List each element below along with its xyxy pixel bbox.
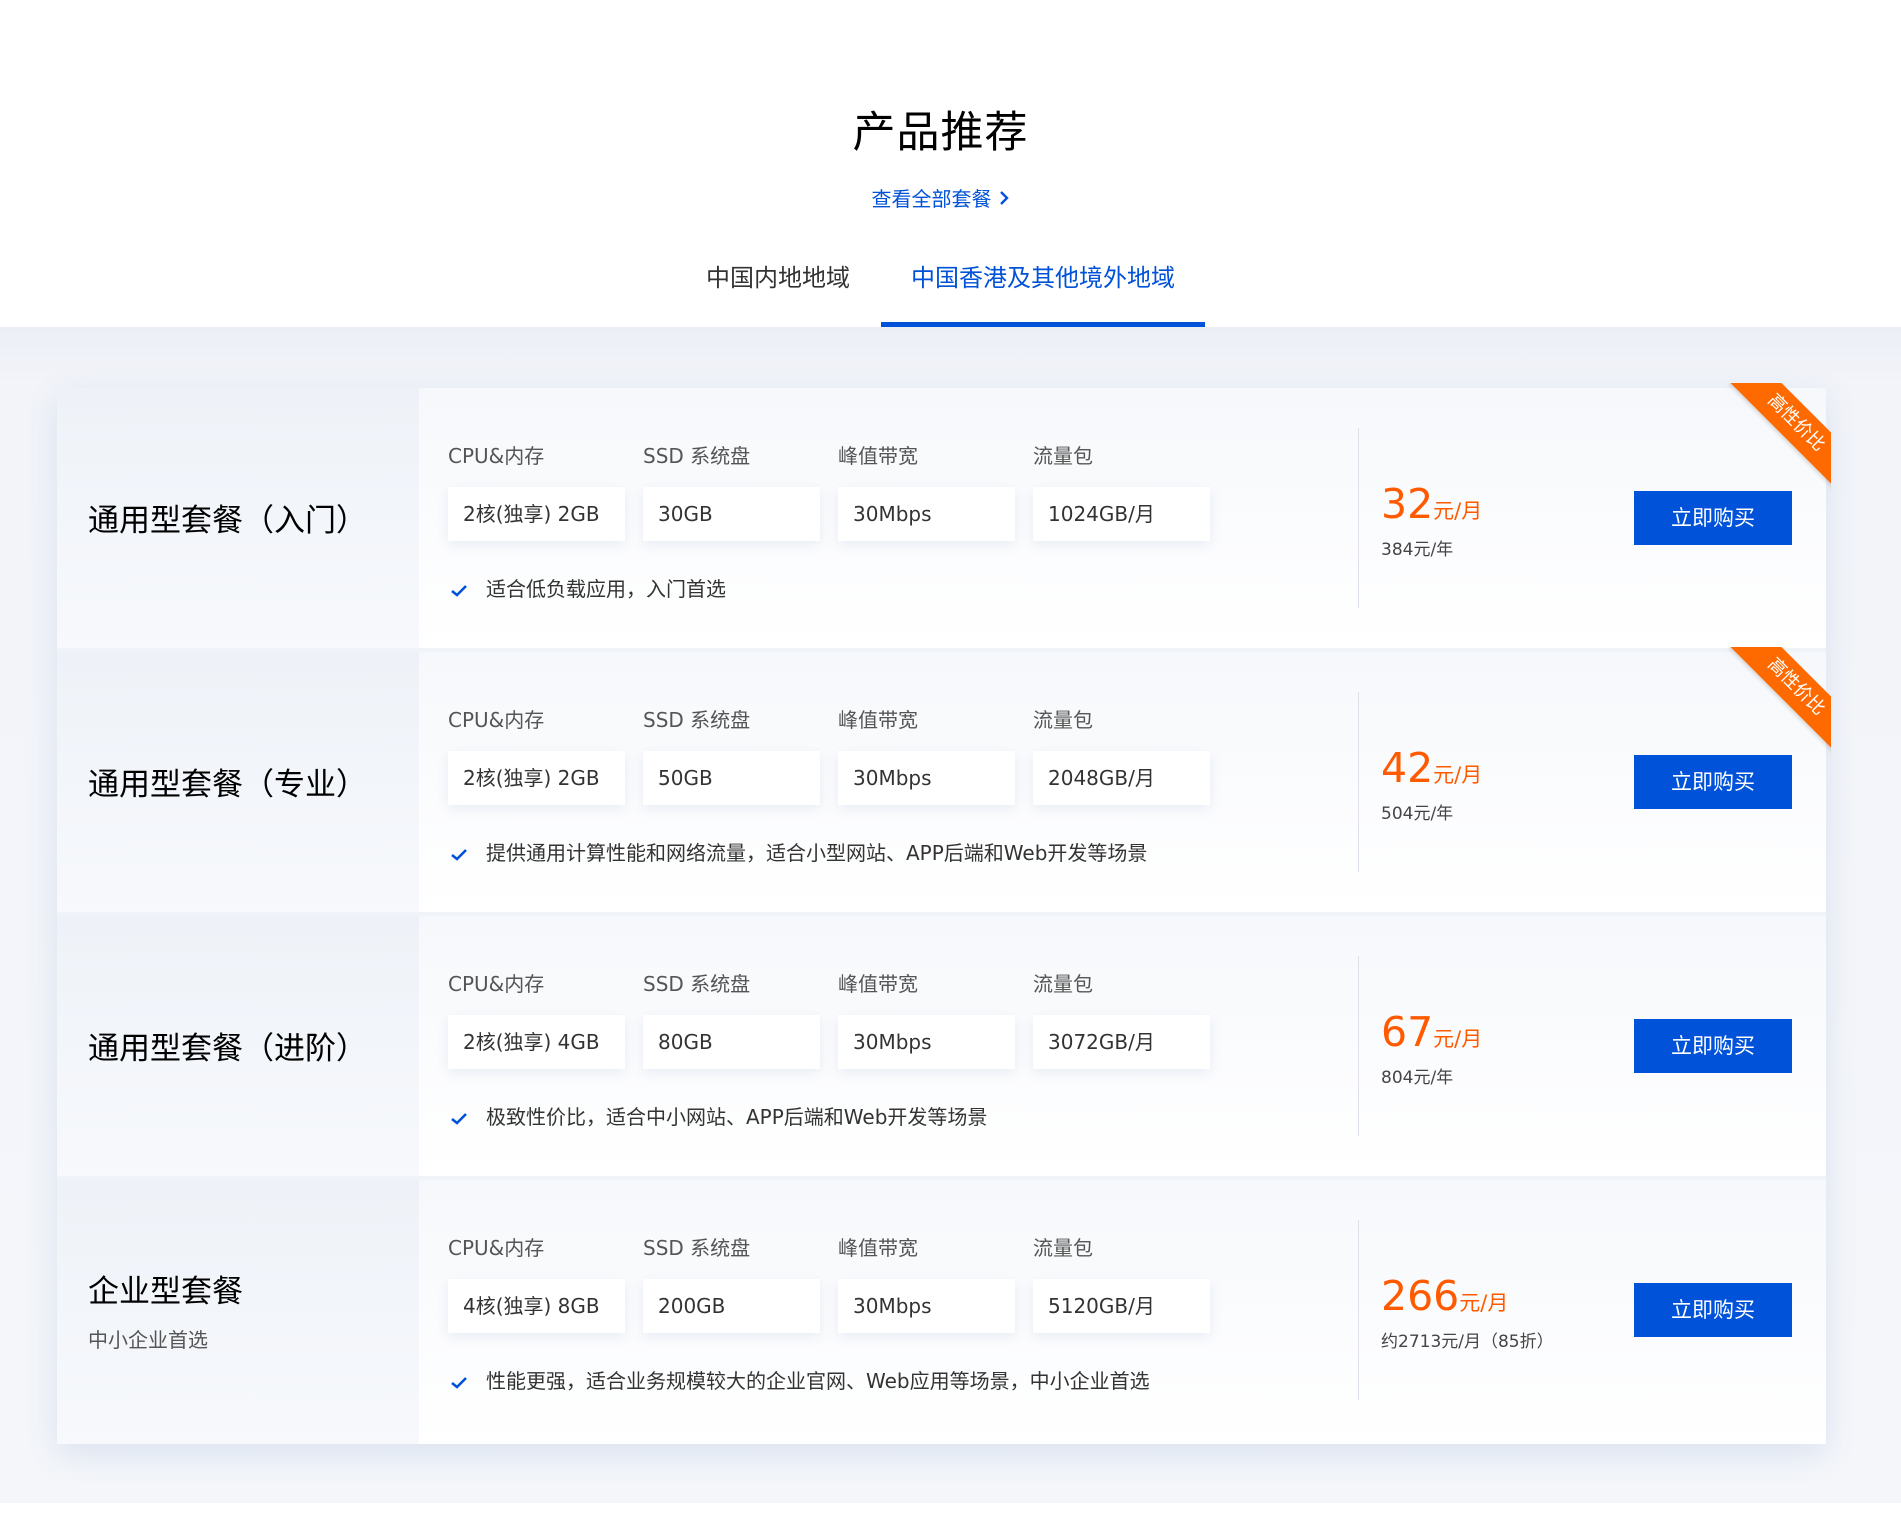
spec-value-bandwidth: 30Mbps — [838, 751, 1015, 805]
plan-name: 通用型套餐（入门） — [88, 503, 367, 539]
spec-value-cpu: 2核(独享) 4GB — [448, 1015, 625, 1069]
check-icon — [450, 1107, 472, 1131]
plan-name-area: 企业型套餐 中小企业首选 — [57, 1180, 419, 1444]
buy-button[interactable]: 立即购买 — [1634, 1283, 1792, 1337]
spec-value-traffic: 1024GB/月 — [1033, 487, 1210, 541]
tab-overseas[interactable]: 中国香港及其他境外地域 — [881, 258, 1205, 327]
section-title: 产品推荐 — [852, 108, 1029, 158]
price-divider — [1358, 428, 1359, 608]
price-amount: 42 — [1381, 744, 1434, 792]
chevron-right-icon — [998, 187, 1010, 211]
spec-label-traffic: 流量包 — [1033, 708, 1093, 732]
plan-feature: 适合低负载应用，入门首选 — [450, 573, 726, 603]
price-unit: 元/月 — [1459, 1291, 1509, 1315]
spec-label-bandwidth: 峰值带宽 — [838, 972, 918, 996]
spec-label-cpu: CPU&内存 — [448, 444, 545, 468]
spec-label-bandwidth: 峰值带宽 — [838, 708, 918, 732]
price-amount: 266 — [1381, 1272, 1460, 1320]
plan-feature: 极致性价比，适合中小网站、APP后端和Web开发等场景 — [450, 1101, 987, 1131]
spec-value-disk: 30GB — [643, 487, 820, 541]
plan-feature-text: 性能更强，适合业务规模较大的企业官网、Web应用等场景，中小企业首选 — [486, 1369, 1150, 1393]
price-unit: 元/月 — [1433, 763, 1483, 787]
spec-label-disk: SSD 系统盘 — [643, 708, 751, 732]
plan-list: 通用型套餐（入门） CPU&内存 SSD 系统盘 峰值带宽 流量包 2核(独享)… — [57, 383, 1831, 1444]
check-icon — [450, 579, 472, 603]
plan-name: 通用型套餐（专业） — [88, 767, 367, 803]
spec-value-cpu: 2核(独享) 2GB — [448, 487, 625, 541]
plan-card: 通用型套餐（进阶） CPU&内存 SSD 系统盘 峰值带宽 流量包 2核(独享)… — [57, 916, 1826, 1176]
plan-name: 企业型套餐 — [88, 1274, 243, 1310]
plan-price: 266元/月 — [1381, 1272, 1508, 1320]
price-unit: 元/月 — [1433, 1027, 1483, 1051]
ribbon-label: 高性价比 — [1730, 383, 1831, 489]
plan-card: 通用型套餐（入门） CPU&内存 SSD 系统盘 峰值带宽 流量包 2核(独享)… — [57, 383, 1831, 648]
spec-value-bandwidth: 30Mbps — [838, 1279, 1015, 1333]
best-value-ribbon: 高性价比 — [1711, 383, 1831, 496]
spec-label-disk: SSD 系统盘 — [643, 444, 751, 468]
spec-value-disk: 200GB — [643, 1279, 820, 1333]
plan-price: 67元/月 — [1381, 1008, 1482, 1056]
buy-button[interactable]: 立即购买 — [1634, 755, 1792, 809]
check-icon — [450, 843, 472, 867]
view-all-plans-link[interactable]: 查看全部套餐 — [0, 183, 1881, 212]
best-value-ribbon: 高性价比 — [1711, 647, 1831, 760]
spec-value-cpu: 2核(独享) 2GB — [448, 751, 625, 805]
buy-button[interactable]: 立即购买 — [1634, 1019, 1792, 1073]
plan-feature-text: 提供通用计算性能和网络流量，适合小型网站、APP后端和Web开发等场景 — [486, 841, 1148, 865]
price-divider — [1358, 692, 1359, 872]
spec-label-cpu: CPU&内存 — [448, 972, 545, 996]
price-amount: 67 — [1381, 1008, 1434, 1056]
spec-label-traffic: 流量包 — [1033, 972, 1093, 996]
spec-value-traffic: 2048GB/月 — [1033, 751, 1210, 805]
plan-subtitle: 中小企业首选 — [88, 1328, 208, 1352]
price-divider — [1358, 1220, 1359, 1400]
price-alt: 804元/年 — [1381, 1068, 1454, 1088]
plan-price: 42元/月 — [1381, 744, 1482, 792]
plan-card: 企业型套餐 中小企业首选 CPU&内存 SSD 系统盘 峰值带宽 流量包 4核(… — [57, 1180, 1826, 1444]
recommend-header: 产品推荐 查看全部套餐 中国内地地域 中国香港及其他境外地域 — [0, 0, 1901, 327]
spec-value-disk: 80GB — [643, 1015, 820, 1069]
spec-label-traffic: 流量包 — [1033, 1236, 1093, 1260]
plan-feature: 提供通用计算性能和网络流量，适合小型网站、APP后端和Web开发等场景 — [450, 837, 1147, 867]
price-alt: 384元/年 — [1381, 540, 1454, 560]
region-tabs: 中国内地地域 中国香港及其他境外地域 — [0, 258, 1901, 327]
price-alt: 约2713元/月（85折） — [1381, 1332, 1554, 1352]
plan-card: 通用型套餐（专业） CPU&内存 SSD 系统盘 峰值带宽 流量包 2核(独享)… — [57, 647, 1831, 912]
spec-value-disk: 50GB — [643, 751, 820, 805]
spec-label-bandwidth: 峰值带宽 — [838, 1236, 918, 1260]
spec-label-disk: SSD 系统盘 — [643, 972, 751, 996]
buy-button[interactable]: 立即购买 — [1634, 491, 1792, 545]
check-icon — [450, 1371, 472, 1395]
spec-value-bandwidth: 30Mbps — [838, 1015, 1015, 1069]
view-all-label: 查看全部套餐 — [871, 187, 992, 211]
plan-price: 32元/月 — [1381, 480, 1482, 528]
spec-label-cpu: CPU&内存 — [448, 1236, 545, 1260]
price-alt: 504元/年 — [1381, 804, 1454, 824]
plan-name-area: 通用型套餐（专业） — [57, 652, 419, 912]
tab-mainland[interactable]: 中国内地地域 — [700, 258, 856, 327]
spec-value-bandwidth: 30Mbps — [838, 487, 1015, 541]
price-divider — [1358, 956, 1359, 1136]
plan-name: 通用型套餐（进阶） — [88, 1031, 367, 1067]
plan-feature: 性能更强，适合业务规模较大的企业官网、Web应用等场景，中小企业首选 — [450, 1365, 1150, 1395]
spec-value-cpu: 4核(独享) 8GB — [448, 1279, 625, 1333]
price-amount: 32 — [1381, 480, 1434, 528]
plan-name-area: 通用型套餐（进阶） — [57, 916, 419, 1176]
plan-feature-text: 极致性价比，适合中小网站、APP后端和Web开发等场景 — [486, 1105, 988, 1129]
spec-value-traffic: 3072GB/月 — [1033, 1015, 1210, 1069]
price-unit: 元/月 — [1433, 499, 1483, 523]
spec-label-traffic: 流量包 — [1033, 444, 1093, 468]
spec-value-traffic: 5120GB/月 — [1033, 1279, 1210, 1333]
spec-label-cpu: CPU&内存 — [448, 708, 545, 732]
plan-feature-text: 适合低负载应用，入门首选 — [486, 577, 726, 601]
plan-name-area: 通用型套餐（入门） — [57, 388, 419, 648]
ribbon-label: 高性价比 — [1730, 647, 1831, 753]
spec-label-disk: SSD 系统盘 — [643, 1236, 751, 1260]
spec-label-bandwidth: 峰值带宽 — [838, 444, 918, 468]
